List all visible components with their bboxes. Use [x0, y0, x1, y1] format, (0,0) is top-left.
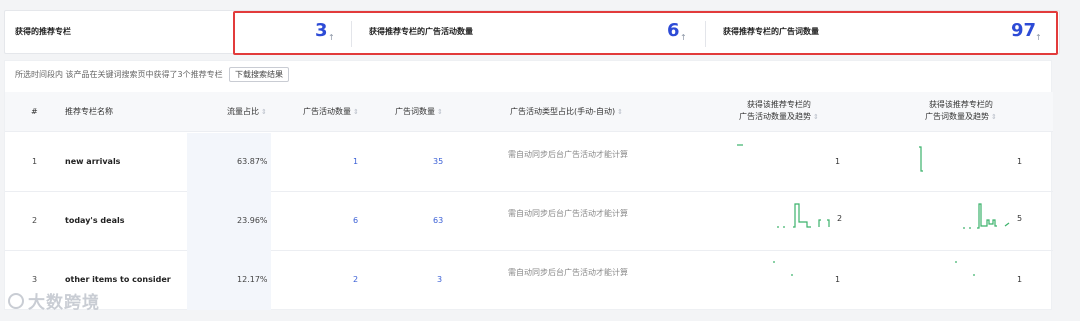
- keyword-trend-sparkline[interactable]: [961, 200, 1021, 240]
- arrow-up-icon: ↑: [680, 33, 687, 42]
- table-row: 1 new arrivals 63.87% 1 35 需自动同步后台广告活动才能…: [5, 133, 1053, 192]
- summary-bar: 获得的推荐专栏 3 ↑ 获得推荐专栏的广告活动数量 6 ↑ 获得推荐专栏的广告词…: [4, 10, 1060, 54]
- summary-divider: [351, 21, 352, 47]
- column-name: today's deals: [65, 216, 125, 225]
- period-info-text: 所选时间段内 该产品在关键词搜索页中获得了3个推荐专栏: [15, 70, 223, 79]
- trend-segment: [919, 146, 923, 172]
- summary-divider: [705, 21, 706, 47]
- keyword-trend-value: 1: [1017, 157, 1023, 166]
- col-header-keyword-count-label: 广告词数量: [395, 107, 435, 116]
- watermark-logo-icon: [8, 293, 24, 309]
- trend-segment: [827, 219, 830, 227]
- col-header-keyword-trend[interactable]: 获得该推荐专栏的 广告词数量及趋势 ⇕: [925, 99, 997, 123]
- campaign-count-label: 获得推荐专栏的广告活动数量: [369, 27, 473, 36]
- sort-icon[interactable]: ⇕: [617, 108, 623, 116]
- table-header: # 推荐专栏名称 流量占比 ⇕ 广告活动数量 ⇕ 广告词数量 ⇕ 广告活动类型占比(手…: [5, 92, 1053, 132]
- recommended-columns-value: 3: [315, 20, 328, 41]
- recommended-columns-panel: 所选时间段内 该产品在关键词搜索页中获得了3个推荐专栏 下载搜索结果 # 推荐专…: [4, 60, 1053, 310]
- sort-icon[interactable]: ⇕: [437, 108, 443, 116]
- watermark-text: 大数跨境: [28, 293, 100, 313]
- row-index: 2: [32, 216, 38, 225]
- col-header-index: #: [31, 107, 38, 116]
- download-results-button[interactable]: 下载搜索结果: [229, 67, 289, 82]
- campaign-trend-value: 1: [835, 275, 841, 284]
- col-header-keyword-trend-line2: 广告词数量及趋势: [925, 112, 989, 121]
- keyword-trend-sparkline[interactable]: [917, 143, 1017, 183]
- table-row: 2 today's deals 23.96% 6 63 需自动同步后台广告活动才…: [5, 192, 1053, 251]
- keyword-trend-value: 5: [1017, 214, 1023, 223]
- keyword-count-link[interactable]: 35: [433, 157, 443, 166]
- watermark: 大数跨境: [8, 288, 100, 313]
- campaign-type-note: 需自动同步后台广告活动才能计算: [508, 268, 628, 277]
- traffic-share-value: 12.17%: [237, 275, 268, 284]
- col-header-campaign-type-share-label: 广告活动类型占比(手动-自动): [510, 107, 616, 116]
- sort-icon[interactable]: ⇕: [261, 108, 267, 116]
- arrow-up-icon: ↑: [328, 33, 335, 42]
- campaign-type-note: 需自动同步后台广告活动才能计算: [508, 150, 628, 159]
- col-header-campaign-count-label: 广告活动数量: [303, 107, 351, 116]
- keyword-count-link[interactable]: 3: [437, 275, 442, 284]
- sort-icon[interactable]: ⇕: [353, 108, 359, 116]
- col-header-traffic-share-label: 流量占比: [227, 107, 259, 116]
- col-header-campaign-type-share[interactable]: 广告活动类型占比(手动-自动) ⇕: [510, 106, 623, 118]
- campaign-type-note: 需自动同步后台广告活动才能计算: [508, 209, 628, 218]
- keyword-count-link[interactable]: 63: [433, 216, 443, 225]
- sort-icon[interactable]: ⇕: [991, 113, 997, 121]
- col-header-campaign-trend[interactable]: 获得该推荐专栏的 广告活动数量及趋势 ⇕: [739, 99, 819, 123]
- column-name: new arrivals: [65, 157, 121, 166]
- campaign-trend-sparkline[interactable]: [765, 259, 825, 289]
- recommended-columns-label: 获得的推荐专栏: [15, 27, 71, 36]
- keyword-trend-sparkline[interactable]: [949, 259, 1009, 289]
- arrow-up-icon: ↑: [1035, 33, 1042, 42]
- col-header-keyword-trend-line1: 获得该推荐专栏的: [928, 100, 993, 109]
- sort-icon[interactable]: ⇕: [813, 113, 819, 121]
- campaign-count-link[interactable]: 1: [353, 157, 358, 166]
- campaign-trend-value: 1: [835, 157, 841, 166]
- keyword-trend-value: 1: [1017, 275, 1023, 284]
- campaign-count-link[interactable]: 2: [353, 275, 358, 284]
- col-header-name: 推荐专栏名称: [65, 107, 113, 116]
- campaign-trend-sparkline[interactable]: [775, 200, 835, 240]
- row-index: 1: [32, 157, 38, 166]
- col-header-keyword-count[interactable]: 广告词数量 ⇕: [395, 106, 443, 118]
- trend-segment: [818, 219, 821, 227]
- col-header-traffic-share[interactable]: 流量占比 ⇕: [227, 106, 267, 118]
- table-row: 3 other items to consider 12.17% 2 3 需自动…: [5, 251, 1053, 310]
- col-header-campaign-trend-line1: 获得该推荐专栏的: [746, 100, 811, 109]
- traffic-share-value: 63.87%: [237, 157, 268, 166]
- campaign-count-link[interactable]: 6: [353, 216, 358, 225]
- col-header-campaign-count[interactable]: 广告活动数量 ⇕: [303, 106, 359, 118]
- row-index: 3: [32, 275, 38, 284]
- trend-segment: [977, 203, 997, 229]
- trend-segment: [1004, 222, 1010, 227]
- keyword-count-value: 97: [1011, 20, 1037, 41]
- campaign-count-value: 6: [667, 20, 680, 41]
- traffic-share-value: 23.96%: [237, 216, 268, 225]
- campaign-trend-value: 2: [837, 214, 843, 223]
- trend-segment: [793, 203, 811, 228]
- keyword-count-label: 获得推荐专栏的广告词数量: [723, 27, 819, 36]
- column-name: other items to consider: [65, 275, 171, 284]
- campaign-trend-sparkline[interactable]: [735, 143, 835, 183]
- col-header-campaign-trend-line2: 广告活动数量及趋势: [739, 112, 811, 121]
